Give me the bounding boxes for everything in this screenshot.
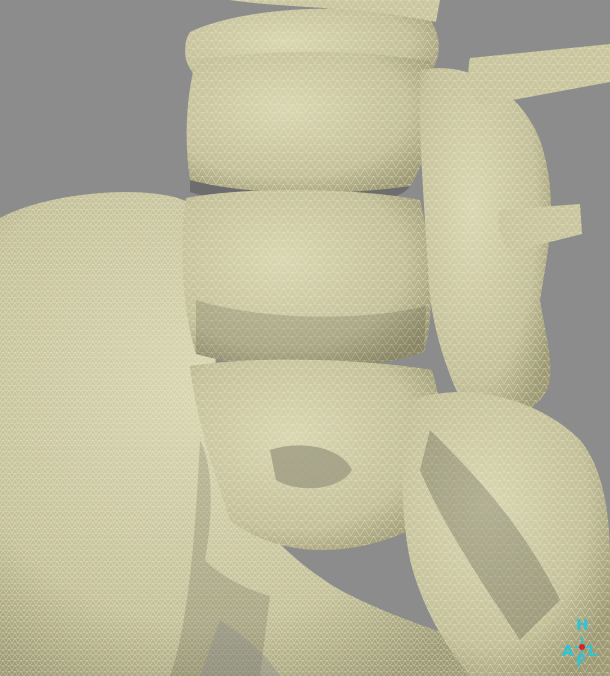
orientation-label-left: A xyxy=(562,642,574,660)
orientation-label-right: L xyxy=(588,642,598,660)
transverse-process-upper xyxy=(468,44,610,106)
orientation-label-top: H xyxy=(576,616,589,634)
3d-mesh-viewport[interactable]: H A L F xyxy=(0,0,610,676)
background-gap xyxy=(440,0,610,48)
orientation-arrow-icon xyxy=(575,637,589,655)
vertebra-l4 xyxy=(182,189,432,368)
vertebra-l3 xyxy=(186,52,435,207)
orientation-marker: H A L F xyxy=(562,618,602,670)
spine-pelvis-wireframe-render xyxy=(0,0,610,676)
